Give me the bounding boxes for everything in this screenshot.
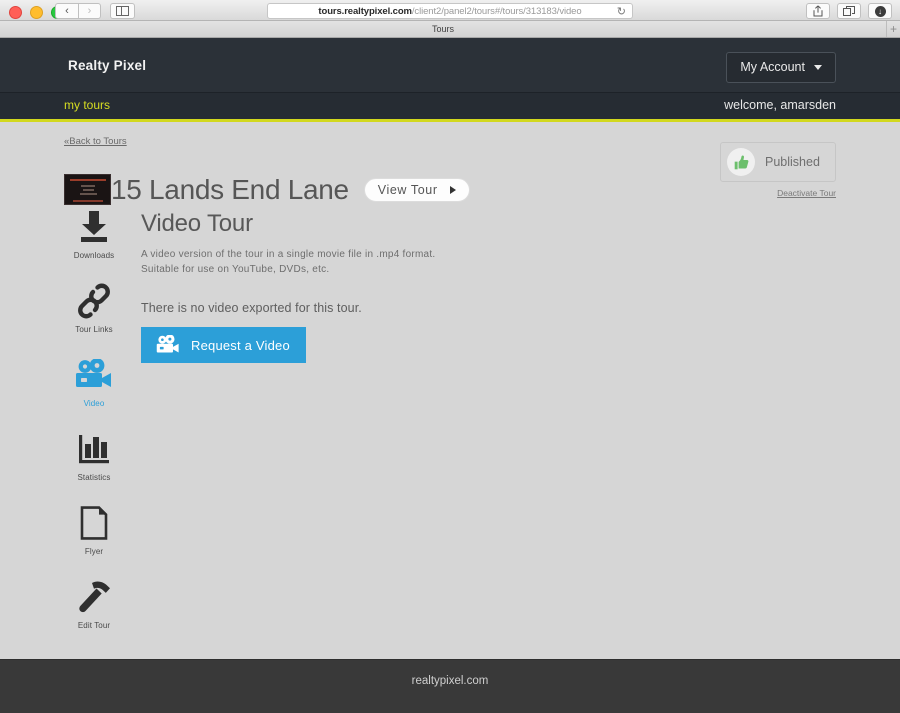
panel-title: Video Tour [141,210,253,237]
status-label: Published [765,155,820,169]
movie-camera-icon [64,354,124,396]
main-content: «Back to Tours 15 Lands End Lane View To… [0,122,900,659]
sidebar-item-tour-links[interactable]: Tour Links [64,280,124,334]
thumbnail-line [81,185,95,188]
address-bar[interactable]: tours.realtypixel.com/client2/panel2/tou… [267,3,633,19]
view-tour-label: View Tour [377,182,438,197]
view-tour-button[interactable]: View Tour [363,177,470,202]
panel-description-line-2: Suitable for use on YouTube, DVDs, etc. [141,263,330,275]
panel-description-line-1: A video version of the tour in a single … [141,249,436,260]
tour-thumbnail[interactable] [64,174,111,206]
minimize-window-button[interactable] [30,6,43,19]
my-account-label: My Account [740,60,805,74]
downloads-icon: ↓ [874,5,886,17]
browser-toolbar: ‹ › tours.realtypixel.com/client2/panel2… [0,0,900,21]
sidebar-item-label: Flyer [84,547,104,556]
thumbnail-line [73,200,103,203]
document-page-icon [64,502,124,544]
tab-tours[interactable]: Tours [0,21,887,37]
back-to-tours-link[interactable]: «Back to Tours [64,136,127,147]
status-block: Published Deactivate Tour [720,142,836,201]
plus-icon: + [889,22,897,36]
sidebar-item-label: Statistics [77,473,111,482]
sidebar-item-label: Tour Links [75,325,113,334]
bar-chart-icon [64,428,124,470]
sidebar-item-flyer[interactable]: Flyer [64,502,124,556]
sidebar-item-statistics[interactable]: Statistics [64,428,124,482]
sidebar-toggle-icon [116,6,129,16]
panel-description: A video version of the tour in a single … [141,248,701,277]
thumbnail-line [80,193,97,196]
status-badge[interactable]: Published [720,142,836,182]
page-viewport: Realty Pixel My Account my tours welcome… [0,38,900,713]
tour-sidebar-nav: Downloads Tour Links Video Statistics Fl… [64,206,124,650]
sidebar-item-label: Video [83,399,105,408]
forward-button[interactable]: › [78,3,101,19]
url-path: /client2/panel2/tours#/tours/313183/vide… [411,5,582,17]
show-tabs-icon [843,5,855,16]
deactivate-tour-link[interactable]: Deactivate Tour [777,188,836,198]
thumbs-up-icon [727,148,755,176]
movie-camera-icon [156,335,179,353]
navigation-buttons: ‹ › [55,3,135,19]
url-domain: tours.realtypixel.com [318,5,412,17]
empty-state-message: There is no video exported for this tour… [141,301,362,315]
sub-navigation-bar: my tours welcome, amarsden [0,93,900,122]
nav-item-my-tours[interactable]: my tours [64,98,110,112]
play-triangle-icon [449,185,456,194]
caret-down-icon [814,64,822,70]
reload-icon[interactable]: ↻ [617,6,626,18]
site-logo: Realty Pixel [68,58,147,73]
video-tour-panel: Video Tour A video version of the tour i… [141,210,701,363]
tab-bar: Tours + [0,21,900,38]
request-a-video-label: Request a Video [191,337,290,353]
show-tabs-button[interactable] [837,3,861,19]
new-tab-button[interactable]: + [887,21,900,37]
welcome-message: welcome, amarsden [724,98,836,112]
share-button[interactable] [806,3,830,19]
url-text: tours.realtypixel.com/client2/panel2/tou… [318,6,581,17]
request-a-video-button[interactable]: Request a Video [141,327,306,363]
download-icon [64,206,124,248]
site-footer: realtypixel.com [0,659,900,713]
sidebar-item-video[interactable]: Video [64,354,124,408]
sidebar-toggle-button[interactable] [110,3,135,19]
link-chain-icon [64,280,124,322]
footer-text: realtypixel.com [411,675,489,687]
sidebar-item-label: Downloads [73,251,115,260]
sidebar-item-downloads[interactable]: Downloads [64,206,124,260]
toolbar-right-actions: ↓ [806,3,892,19]
thumbnail-line [83,189,94,192]
back-button[interactable]: ‹ [55,3,78,19]
page-title: 15 Lands End Lane [111,173,349,205]
thumbnail-line [70,179,106,182]
close-window-button[interactable] [9,6,22,19]
my-account-button[interactable]: My Account [726,52,836,83]
hammer-icon [64,576,124,618]
chevron-left-icon: ‹ [65,5,69,17]
site-header: Realty Pixel My Account [0,38,900,93]
sidebar-item-label: Edit Tour [77,621,111,630]
tab-label: Tours [431,24,454,34]
share-icon [813,5,823,17]
chevron-right-icon: › [87,5,92,17]
sidebar-item-edit-tour[interactable]: Edit Tour [64,576,124,630]
downloads-button[interactable]: ↓ [868,3,892,19]
